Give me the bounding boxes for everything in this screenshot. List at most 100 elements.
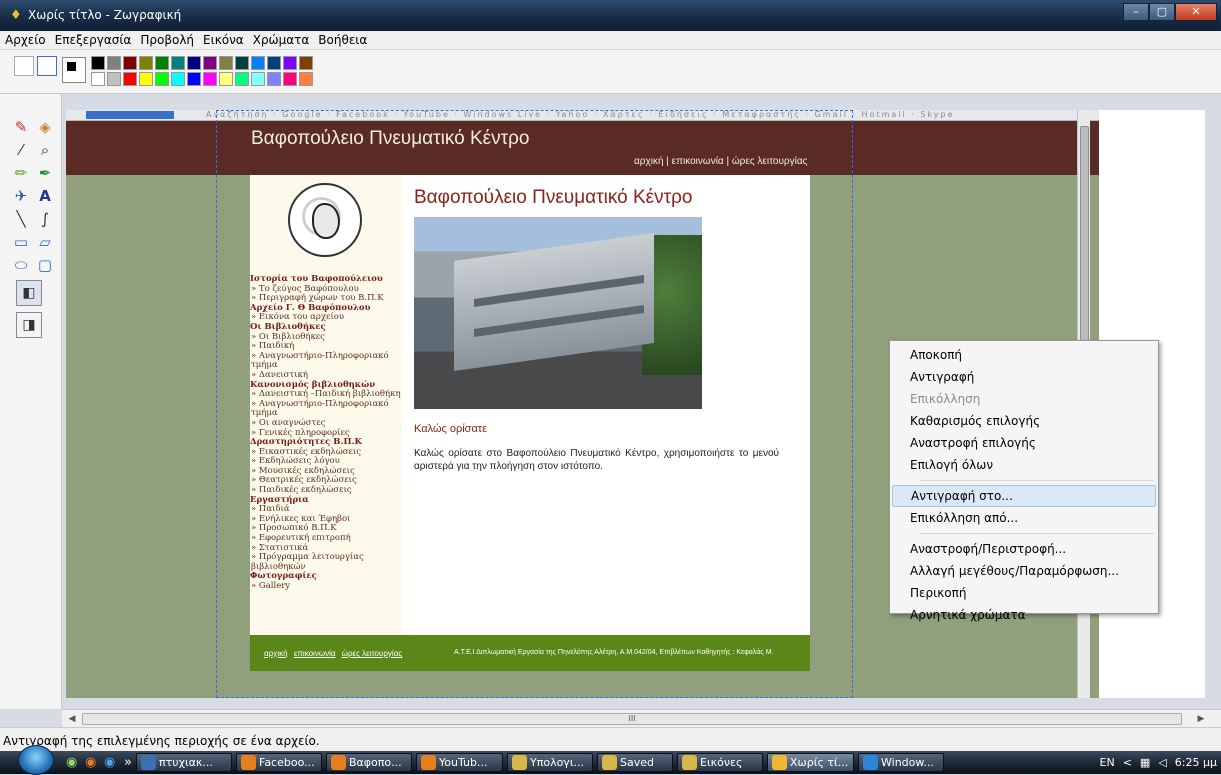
quicklaunch-desktop-icon[interactable]: ◉ (66, 755, 77, 770)
palette-swatch[interactable] (155, 56, 169, 70)
tray-expand-icon[interactable]: < (1123, 756, 1132, 769)
palette-swatch[interactable] (203, 72, 217, 86)
opaque-selection-icon[interactable]: ◧ (16, 280, 42, 306)
context-menu-item[interactable]: Αποκοπή (892, 344, 1156, 366)
menu-image[interactable]: Εικόνα (198, 31, 248, 47)
menu-bar: Αρχείο Επεξεργασία Προβολή Εικόνα Χρώματα Βοή… (0, 31, 1221, 50)
taskbar-button-label: πτυχιακ... (159, 756, 213, 769)
palette-swatch[interactable] (203, 56, 217, 70)
context-menu-item[interactable]: Αντιγραφή (892, 366, 1156, 388)
palette-swatch[interactable] (139, 72, 153, 86)
palette-swatch[interactable] (251, 56, 265, 70)
palette-swatch[interactable] (91, 56, 105, 70)
menu-edit[interactable]: Επεξεργασία (50, 31, 136, 47)
taskbar-button[interactable]: Εικόνες (677, 753, 763, 772)
rounded-rectangle-icon[interactable]: ▢ (34, 254, 56, 276)
rectangle-icon[interactable]: ▭ (10, 231, 32, 253)
ellipse-icon[interactable]: ⬭ (10, 254, 32, 276)
context-menu-item[interactable]: Επιλογή όλων (892, 454, 1156, 476)
taskbar-app-icon (512, 755, 527, 770)
context-menu-item[interactable]: Αλλαγή μεγέθους/Παραμόρφωση... (892, 560, 1156, 582)
taskbar-app-icon (682, 755, 697, 770)
palette-swatch[interactable] (107, 56, 121, 70)
current-colors[interactable] (62, 57, 86, 83)
taskbar-button[interactable]: Faceboo... (236, 753, 322, 772)
volume-icon[interactable]: ◁ (1158, 756, 1166, 769)
transparent-selection-icon[interactable]: ◨ (16, 312, 42, 338)
window-controls: – ▢ ✕ (1123, 3, 1217, 21)
rect-select-icon[interactable] (37, 56, 57, 76)
palette-swatch[interactable] (91, 72, 105, 86)
palette-swatch[interactable] (187, 56, 201, 70)
palette-swatch[interactable] (283, 56, 297, 70)
minimize-button[interactable]: – (1123, 3, 1149, 21)
palette-swatch[interactable] (219, 72, 233, 86)
selection-marquee[interactable] (216, 110, 853, 698)
start-button[interactable] (18, 745, 54, 775)
context-menu-item[interactable]: Επικόλληση από... (892, 507, 1156, 529)
palette-swatch[interactable] (107, 72, 121, 86)
palette-swatch[interactable] (299, 56, 313, 70)
horizontal-scroll-thumb[interactable]: III (82, 713, 1182, 725)
network-icon[interactable]: ▦ (1140, 756, 1150, 769)
palette-swatch[interactable] (171, 56, 185, 70)
taskbar-button[interactable]: Window... (858, 753, 944, 772)
taskbar-button[interactable]: YouTub... (416, 753, 503, 772)
horizontal-scrollbar[interactable]: ◀ III ▶ (62, 709, 1221, 727)
language-indicator[interactable]: EN (1100, 756, 1115, 769)
paint-app-icon: ♦ (10, 8, 22, 23)
palette-swatch[interactable] (251, 72, 265, 86)
palette-swatch[interactable] (123, 72, 137, 86)
palette-swatch[interactable] (235, 72, 249, 86)
palette-swatch[interactable] (139, 56, 153, 70)
context-menu-item[interactable]: Αναστροφή επιλογής (892, 432, 1156, 454)
menu-file[interactable]: Αρχείο (0, 31, 50, 47)
menu-view[interactable]: Προβολή (135, 31, 198, 47)
polygon-icon[interactable]: ▱ (34, 231, 56, 253)
menu-help[interactable]: Βοήθεια (313, 31, 371, 47)
context-menu-item[interactable]: Αρνητικά χρώματα (892, 604, 1156, 626)
free-select-icon[interactable] (14, 56, 34, 76)
text-icon[interactable]: A (34, 185, 56, 207)
taskbar-button[interactable]: πτυχιακ... (136, 753, 232, 772)
fill-bucket-icon[interactable]: ◈ (34, 116, 56, 138)
color-picker-icon[interactable]: ⁄ (10, 139, 32, 161)
context-menu-item[interactable]: Περικοπή (892, 582, 1156, 604)
palette-swatch[interactable] (171, 72, 185, 86)
palette-swatch[interactable] (299, 72, 313, 86)
airbrush-icon[interactable]: ✈ (10, 185, 32, 207)
close-button[interactable]: ✕ (1175, 3, 1217, 21)
context-menu-item[interactable]: Αναστροφή/Περιστροφή... (892, 538, 1156, 560)
taskbar-button[interactable]: Saved (597, 753, 673, 772)
palette-swatch[interactable] (283, 72, 297, 86)
palette-swatch[interactable] (187, 72, 201, 86)
palette-swatch[interactable] (155, 72, 169, 86)
quicklaunch-firefox-icon[interactable]: ◉ (85, 755, 96, 770)
quicklaunch-ie-icon[interactable]: ◉ (104, 755, 115, 770)
taskbar-button[interactable]: Βαφοπο... (326, 753, 412, 772)
magnifier-icon[interactable]: ⌕ (34, 139, 56, 161)
scroll-right-icon[interactable]: ▶ (1195, 713, 1207, 725)
brush-icon[interactable]: ✒ (34, 162, 56, 184)
context-menu-item[interactable]: Αντιγραφή στο... (892, 485, 1156, 507)
status-bar: Αντιγραφή της επιλεγμένης περιοχής σε έν… (0, 727, 1221, 751)
palette-swatch[interactable] (267, 56, 281, 70)
maximize-button[interactable]: ▢ (1149, 3, 1175, 21)
clock[interactable]: 6:25 μμ (1175, 756, 1217, 769)
quicklaunch-more-icon[interactable]: » (124, 755, 132, 770)
taskbar-app-icon (602, 755, 617, 770)
palette-swatch[interactable] (235, 56, 249, 70)
taskbar-button[interactable]: Υπολογι... (507, 753, 593, 772)
palette-swatch[interactable] (267, 72, 281, 86)
menu-colors[interactable]: Χρώματα (248, 31, 314, 47)
scroll-left-icon[interactable]: ◀ (66, 713, 78, 725)
curve-icon[interactable]: ∫ (34, 208, 56, 230)
pencil-icon[interactable]: ✏ (10, 162, 32, 184)
taskbar-button[interactable]: Χωρίς τί... (767, 753, 854, 772)
palette-swatch[interactable] (219, 56, 233, 70)
context-menu-item[interactable]: Καθαρισμός επιλογής (892, 410, 1156, 432)
taskbar-app-icon (241, 755, 256, 770)
palette-swatch[interactable] (123, 56, 137, 70)
line-icon[interactable]: ╲ (10, 208, 32, 230)
eraser-icon[interactable]: ✎ (10, 116, 32, 138)
